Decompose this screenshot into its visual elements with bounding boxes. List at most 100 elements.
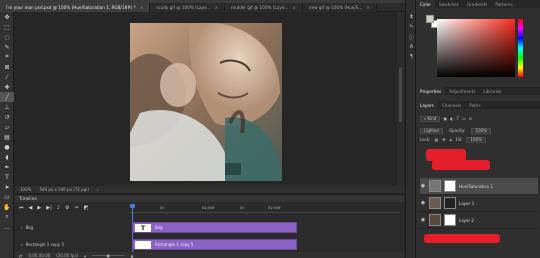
- blur-tool-icon[interactable]: ●: [0, 142, 14, 152]
- filter-smart-icon[interactable]: ⊡: [469, 116, 472, 121]
- marquee-tool-icon[interactable]: ⬚: [0, 22, 14, 32]
- tab-properties[interactable]: Properties: [416, 87, 446, 95]
- visibility-eye-icon[interactable]: ◉: [420, 183, 426, 189]
- tab-color[interactable]: Color: [416, 0, 435, 8]
- tab-swatches[interactable]: Swatches: [435, 0, 463, 8]
- layer-name[interactable]: Hue/Saturation 1: [459, 184, 493, 189]
- tab-layers[interactable]: Layers: [416, 101, 438, 109]
- lock-position-icon[interactable]: ✥: [442, 137, 445, 142]
- transition-icon[interactable]: ◩: [84, 205, 89, 211]
- pen-tool-icon[interactable]: ✒: [0, 162, 14, 172]
- zoom-out-icon[interactable]: ▴: [84, 253, 86, 258]
- close-icon[interactable]: ×: [140, 5, 144, 10]
- vertical-scrollbar[interactable]: [397, 12, 404, 186]
- track-clip[interactable]: Rectangle 1 copy 5: [132, 239, 297, 250]
- next-frame-icon[interactable]: ▶|: [46, 205, 52, 211]
- expand-icon[interactable]: ›: [21, 242, 23, 247]
- visibility-eye-icon[interactable]: ◉: [420, 217, 426, 223]
- track-row[interactable]: › Bkg: [15, 222, 130, 233]
- close-icon[interactable]: ×: [366, 5, 370, 10]
- opacity-input[interactable]: 100%: [471, 127, 491, 134]
- tab-document-2[interactable]: scully gif @ 100% (Laye... ×: [150, 3, 226, 12]
- status-arrow-icon[interactable]: ›: [97, 187, 99, 192]
- zoom-in-icon[interactable]: ▲: [131, 253, 134, 258]
- visibility-eye-icon[interactable]: ◉: [420, 200, 426, 206]
- hue-slider[interactable]: [518, 19, 523, 77]
- clip-label: Bkg: [155, 225, 163, 230]
- move-tool-icon[interactable]: ✥: [0, 12, 14, 22]
- layer-mask-thumbnail[interactable]: [444, 180, 456, 192]
- close-icon[interactable]: ×: [292, 5, 296, 10]
- filter-kind-select[interactable]: ⌕ Kind: [420, 115, 441, 122]
- clip-thumbnail: [135, 241, 151, 249]
- filter-shape-icon[interactable]: ▭: [462, 116, 466, 121]
- tab-gradients[interactable]: Gradients: [463, 0, 491, 8]
- lasso-tool-icon[interactable]: ◌: [0, 32, 14, 42]
- tab-libraries[interactable]: Libraries: [479, 87, 505, 95]
- frame-tool-icon[interactable]: ⊠: [0, 62, 14, 72]
- tab-document-4[interactable]: new gif @ 100% (Hue/S... ×: [302, 3, 377, 12]
- blend-mode-select[interactable]: Lighten: [420, 127, 443, 134]
- eyedropper-tool-icon[interactable]: ⁄: [0, 72, 14, 82]
- prev-frame-icon[interactable]: ◀: [29, 205, 33, 211]
- tab-document-1[interactable]: i'm your man psd.psd @ 100% (Hue/Saturat…: [0, 3, 151, 12]
- shape-tool-icon[interactable]: ▭: [0, 192, 14, 202]
- dodge-tool-icon[interactable]: ◖: [0, 152, 14, 162]
- expand-icon[interactable]: ›: [21, 225, 23, 230]
- lock-all-icon[interactable]: 🔒︎: [450, 137, 452, 142]
- convert-icon[interactable]: ⇄: [19, 253, 22, 258]
- canvas-image[interactable]: [130, 23, 282, 181]
- audio-icon[interactable]: ♪: [57, 205, 60, 211]
- zoom-slider[interactable]: ──────●──────: [92, 253, 124, 258]
- layer-row[interactable]: ◉ Layer 3: [420, 195, 538, 212]
- layer-row[interactable]: ◉ Layer 2: [420, 212, 538, 229]
- zoom-tool-icon[interactable]: ⌕: [0, 212, 14, 222]
- lock-label: Lock:: [420, 137, 431, 142]
- ruler-label: 0f: [240, 205, 244, 210]
- healing-brush-tool-icon[interactable]: ✚: [0, 82, 14, 92]
- tab-label: mulder gif @ 100% (Laye...: [231, 5, 289, 10]
- play-icon[interactable]: ▶: [37, 205, 41, 211]
- layer-name[interactable]: Layer 3: [459, 201, 474, 206]
- tab-adjustments[interactable]: Adjustments: [445, 87, 479, 95]
- tab-label: i'm your man psd.psd @ 100% (Hue/Saturat…: [6, 5, 136, 10]
- more-tools-icon[interactable]: …: [0, 222, 14, 232]
- split-icon[interactable]: ✂: [74, 205, 78, 211]
- tab-paths[interactable]: Paths: [465, 101, 484, 109]
- clone-stamp-tool-icon[interactable]: ⊥: [0, 102, 14, 112]
- scroll-thumb[interactable]: [399, 67, 402, 122]
- layer-mask-thumbnail[interactable]: [444, 197, 456, 209]
- quick-select-tool-icon[interactable]: ✎: [0, 42, 14, 52]
- close-icon[interactable]: ×: [215, 5, 219, 10]
- layers-panel-tabs: Layers Channels Paths: [416, 101, 540, 109]
- track-label: Bkg: [25, 225, 34, 230]
- gradient-tool-icon[interactable]: ▤: [0, 132, 14, 142]
- blend-row: Lighten Opacity: 100%: [420, 127, 538, 134]
- eraser-tool-icon[interactable]: ▱: [0, 122, 14, 132]
- track-clip[interactable]: T Bkg: [132, 222, 297, 233]
- filter-adjustment-icon[interactable]: ◐: [450, 116, 454, 121]
- color-field[interactable]: [437, 19, 515, 77]
- layer-mask-thumbnail[interactable]: [444, 214, 456, 226]
- filter-pixel-icon[interactable]: ▣: [443, 116, 447, 121]
- filter-type-icon[interactable]: T: [457, 116, 459, 121]
- layer-row[interactable]: ◉ Hue/Saturation 1: [420, 178, 538, 195]
- hand-tool-icon[interactable]: ✋: [0, 202, 14, 212]
- type-tool-icon[interactable]: T: [0, 172, 14, 182]
- tab-document-3[interactable]: mulder gif @ 100% (Laye... ×: [225, 3, 303, 12]
- path-select-tool-icon[interactable]: ➤: [0, 182, 14, 192]
- settings-icon[interactable]: ⚙: [65, 205, 69, 211]
- history-brush-tool-icon[interactable]: ↺: [0, 112, 14, 122]
- crop-tool-icon[interactable]: ⌗: [0, 52, 14, 62]
- fill-input[interactable]: 100%: [466, 136, 486, 143]
- lock-pixels-icon[interactable]: ▦: [434, 137, 438, 142]
- time-ruler[interactable]: 0f 01:00f 0f 02:00f: [130, 203, 400, 213]
- tab-channels[interactable]: Channels: [438, 101, 465, 109]
- tab-patterns[interactable]: Patterns: [491, 0, 516, 8]
- track-row[interactable]: › Rectangle 1 copy 5: [15, 239, 130, 250]
- zoom-level[interactable]: 100%: [20, 187, 31, 192]
- foreground-color-swatch[interactable]: [426, 15, 434, 23]
- brush-tool-icon[interactable]: ╱: [0, 92, 14, 102]
- layer-name[interactable]: Layer 2: [459, 218, 474, 223]
- first-frame-icon[interactable]: ⏮: [19, 205, 24, 211]
